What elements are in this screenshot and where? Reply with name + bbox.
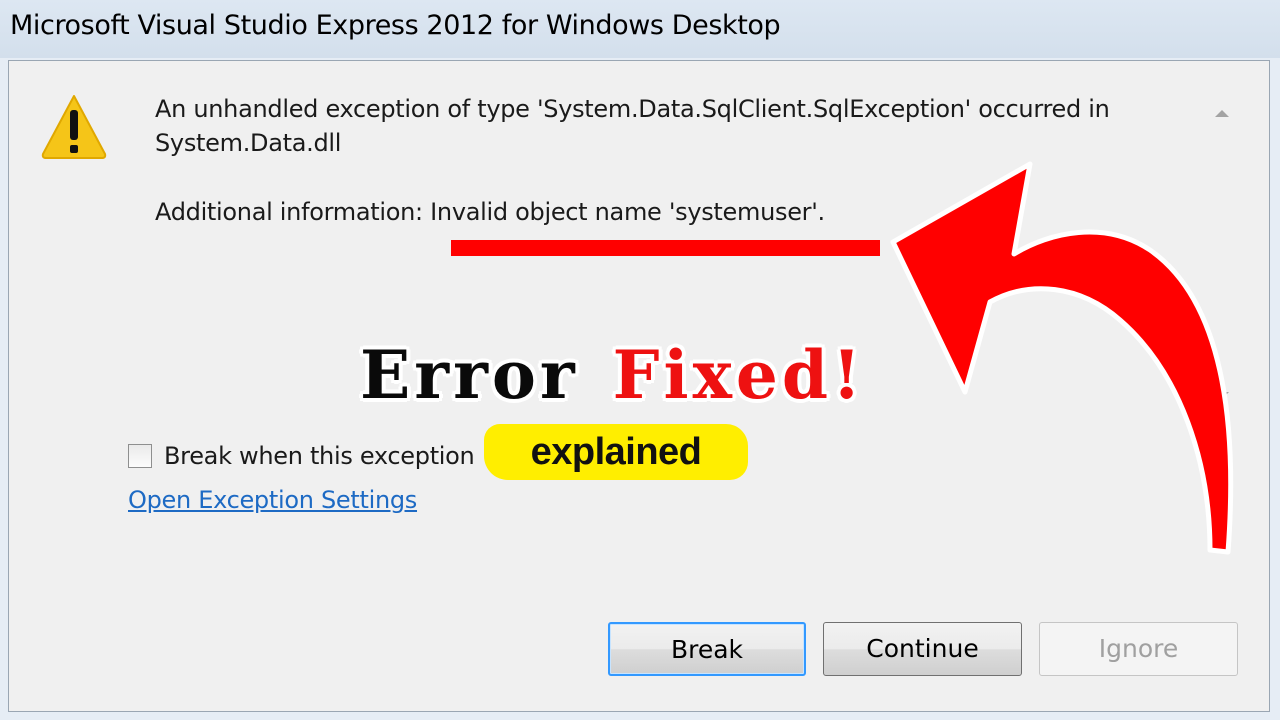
explained-text: explained xyxy=(530,431,702,473)
explained-badge: explained xyxy=(484,424,748,480)
headline-word-error: Error xyxy=(360,336,579,414)
headline-word-fixed: Fixed! xyxy=(612,336,866,414)
headline: Error Fixed! xyxy=(360,336,865,414)
